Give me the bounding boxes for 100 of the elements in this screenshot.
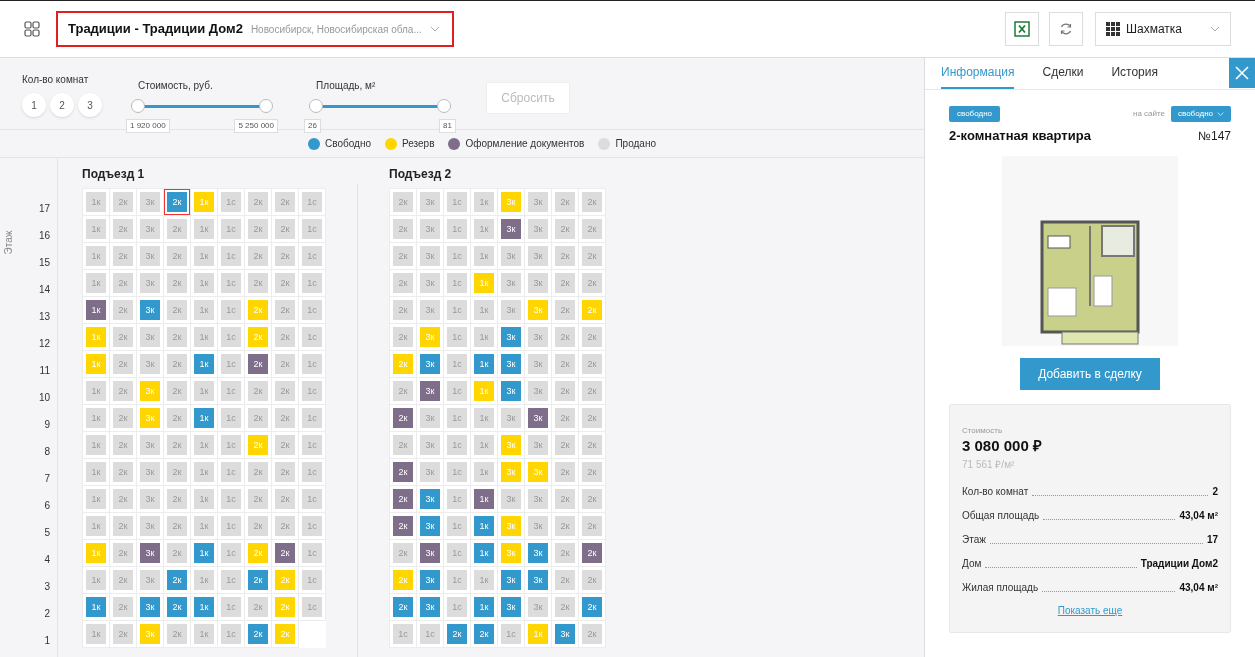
panel-tab[interactable]: Информация: [941, 57, 1015, 89]
apartment-cell[interactable]: 1с: [447, 408, 467, 428]
apartment-cell[interactable]: 1к: [86, 570, 106, 590]
apartment-cell[interactable]: 1к: [474, 300, 494, 320]
apartment-cell[interactable]: 1с: [302, 192, 322, 212]
apartment-cell[interactable]: 1к: [474, 192, 494, 212]
apartment-cell[interactable]: 2к: [582, 327, 602, 347]
apartment-cell[interactable]: 1с: [447, 435, 467, 455]
apartment-cell[interactable]: 1с: [447, 192, 467, 212]
apartment-cell[interactable]: 2к: [275, 300, 295, 320]
apartment-cell[interactable]: 1с: [447, 246, 467, 266]
apartment-cell[interactable]: 3к: [528, 462, 548, 482]
apartment-cell[interactable]: 3к: [501, 354, 521, 374]
apartment-cell[interactable]: 1к: [86, 462, 106, 482]
apartment-cell[interactable]: 2к: [555, 327, 575, 347]
apartment-cell[interactable]: 1к: [474, 219, 494, 239]
apartment-cell[interactable]: 3к: [420, 273, 440, 293]
apartment-cell[interactable]: 3к: [528, 273, 548, 293]
apartment-cell[interactable]: 1с: [302, 570, 322, 590]
apartment-cell[interactable]: 2к: [275, 381, 295, 401]
apartment-cell[interactable]: 1к: [86, 300, 106, 320]
show-more-link[interactable]: Показать еще: [1057, 602, 1123, 618]
apartment-cell[interactable]: 1к: [194, 462, 214, 482]
apartment-cell[interactable]: 2к: [555, 570, 575, 590]
apartment-cell[interactable]: 2к: [275, 192, 295, 212]
apartment-cell[interactable]: 1с: [447, 219, 467, 239]
apartment-cell[interactable]: 3к: [140, 489, 160, 509]
apartment-cell[interactable]: 1к: [474, 246, 494, 266]
apartment-cell[interactable]: 2к: [582, 192, 602, 212]
slider-handle[interactable]: [259, 99, 273, 113]
view-selector[interactable]: Шахматка: [1095, 12, 1231, 46]
apartment-cell[interactable]: 3к: [420, 354, 440, 374]
apartment-cell[interactable]: 2к: [113, 570, 133, 590]
apartment-cell[interactable]: 1к: [86, 327, 106, 347]
apartment-cell[interactable]: 2к: [275, 273, 295, 293]
close-button[interactable]: [1229, 58, 1255, 88]
apartment-cell[interactable]: 1с: [302, 462, 322, 482]
panel-tab[interactable]: История: [1111, 57, 1158, 89]
apartment-cell[interactable]: 2к: [275, 435, 295, 455]
apartment-cell[interactable]: 1к: [86, 354, 106, 374]
apartment-cell[interactable]: 1к: [194, 300, 214, 320]
apartment-cell[interactable]: 2к: [248, 570, 268, 590]
apartment-cell[interactable]: 2к: [248, 300, 268, 320]
apartment-cell[interactable]: 3к: [140, 246, 160, 266]
apartment-cell[interactable]: 3к: [501, 327, 521, 347]
add-to-deal-button[interactable]: Добавить в сделку: [1020, 357, 1160, 390]
apartment-cell[interactable]: 2к: [113, 381, 133, 401]
apartment-cell[interactable]: 2к: [393, 219, 413, 239]
apartment-cell[interactable]: 2к: [113, 273, 133, 293]
apartment-cell[interactable]: 2к: [248, 624, 268, 644]
apartment-cell[interactable]: 1к: [194, 354, 214, 374]
apartment-cell[interactable]: 2к: [167, 246, 187, 266]
apartment-cell[interactable]: 2к: [555, 435, 575, 455]
apartment-cell[interactable]: 1с: [221, 462, 241, 482]
apartment-cell[interactable]: 2к: [248, 327, 268, 347]
apartment-cell[interactable]: 3к: [528, 219, 548, 239]
apartment-cell[interactable]: 1к: [194, 489, 214, 509]
apartment-cell[interactable]: 2к: [248, 408, 268, 428]
apartment-cell[interactable]: 2к: [393, 381, 413, 401]
apartment-cell[interactable]: 2к: [582, 543, 602, 563]
apartment-cell[interactable]: 2к: [275, 408, 295, 428]
apartment-cell[interactable]: 1к: [86, 435, 106, 455]
apartment-cell[interactable]: 3к: [420, 408, 440, 428]
apartment-cell[interactable]: 1с: [420, 624, 440, 644]
apartment-cell[interactable]: 2к: [167, 273, 187, 293]
room-count-button[interactable]: 1: [22, 93, 46, 117]
apartment-cell[interactable]: 2к: [248, 246, 268, 266]
apartment-cell[interactable]: 3к: [528, 246, 548, 266]
apartment-cell[interactable]: 2к: [393, 408, 413, 428]
apartment-cell[interactable]: 2к: [393, 327, 413, 347]
apartment-cell[interactable]: 3к: [140, 219, 160, 239]
apartment-cell[interactable]: 3к: [501, 516, 521, 536]
panel-tab[interactable]: Сделки: [1042, 57, 1084, 89]
apartment-cell[interactable]: 1к: [194, 246, 214, 266]
apartment-cell[interactable]: 2к: [167, 462, 187, 482]
apartment-cell[interactable]: 2к: [248, 354, 268, 374]
apartment-cell[interactable]: 1с: [447, 543, 467, 563]
apartment-cell[interactable]: 1к: [194, 435, 214, 455]
apartment-cell[interactable]: 1с: [302, 300, 322, 320]
apartment-cell[interactable]: 1с: [447, 570, 467, 590]
slider-track[interactable]: [131, 99, 273, 113]
apartment-cell[interactable]: 2к: [582, 246, 602, 266]
apartment-cell[interactable]: 3к: [140, 543, 160, 563]
apartment-cell[interactable]: 2к: [113, 327, 133, 347]
apartment-cell[interactable]: 1к: [474, 516, 494, 536]
apartment-cell[interactable]: 2к: [167, 300, 187, 320]
slider-track[interactable]: [309, 99, 451, 113]
apartment-cell[interactable]: 2к: [555, 246, 575, 266]
apartment-cell[interactable]: 1к: [474, 462, 494, 482]
apartment-cell[interactable]: 1к: [86, 219, 106, 239]
apartment-cell[interactable]: 1с: [302, 489, 322, 509]
apartment-cell[interactable]: 2к: [393, 462, 413, 482]
apartment-cell[interactable]: 2к: [167, 327, 187, 347]
apartment-cell[interactable]: 3к: [528, 354, 548, 374]
apartment-cell[interactable]: 2к: [248, 219, 268, 239]
apartment-cell[interactable]: 3к: [140, 273, 160, 293]
apartment-cell[interactable]: 3к: [420, 462, 440, 482]
apartment-cell[interactable]: 1с: [447, 327, 467, 347]
apartment-cell[interactable]: 3к: [140, 354, 160, 374]
apartment-cell[interactable]: 3к: [501, 246, 521, 266]
